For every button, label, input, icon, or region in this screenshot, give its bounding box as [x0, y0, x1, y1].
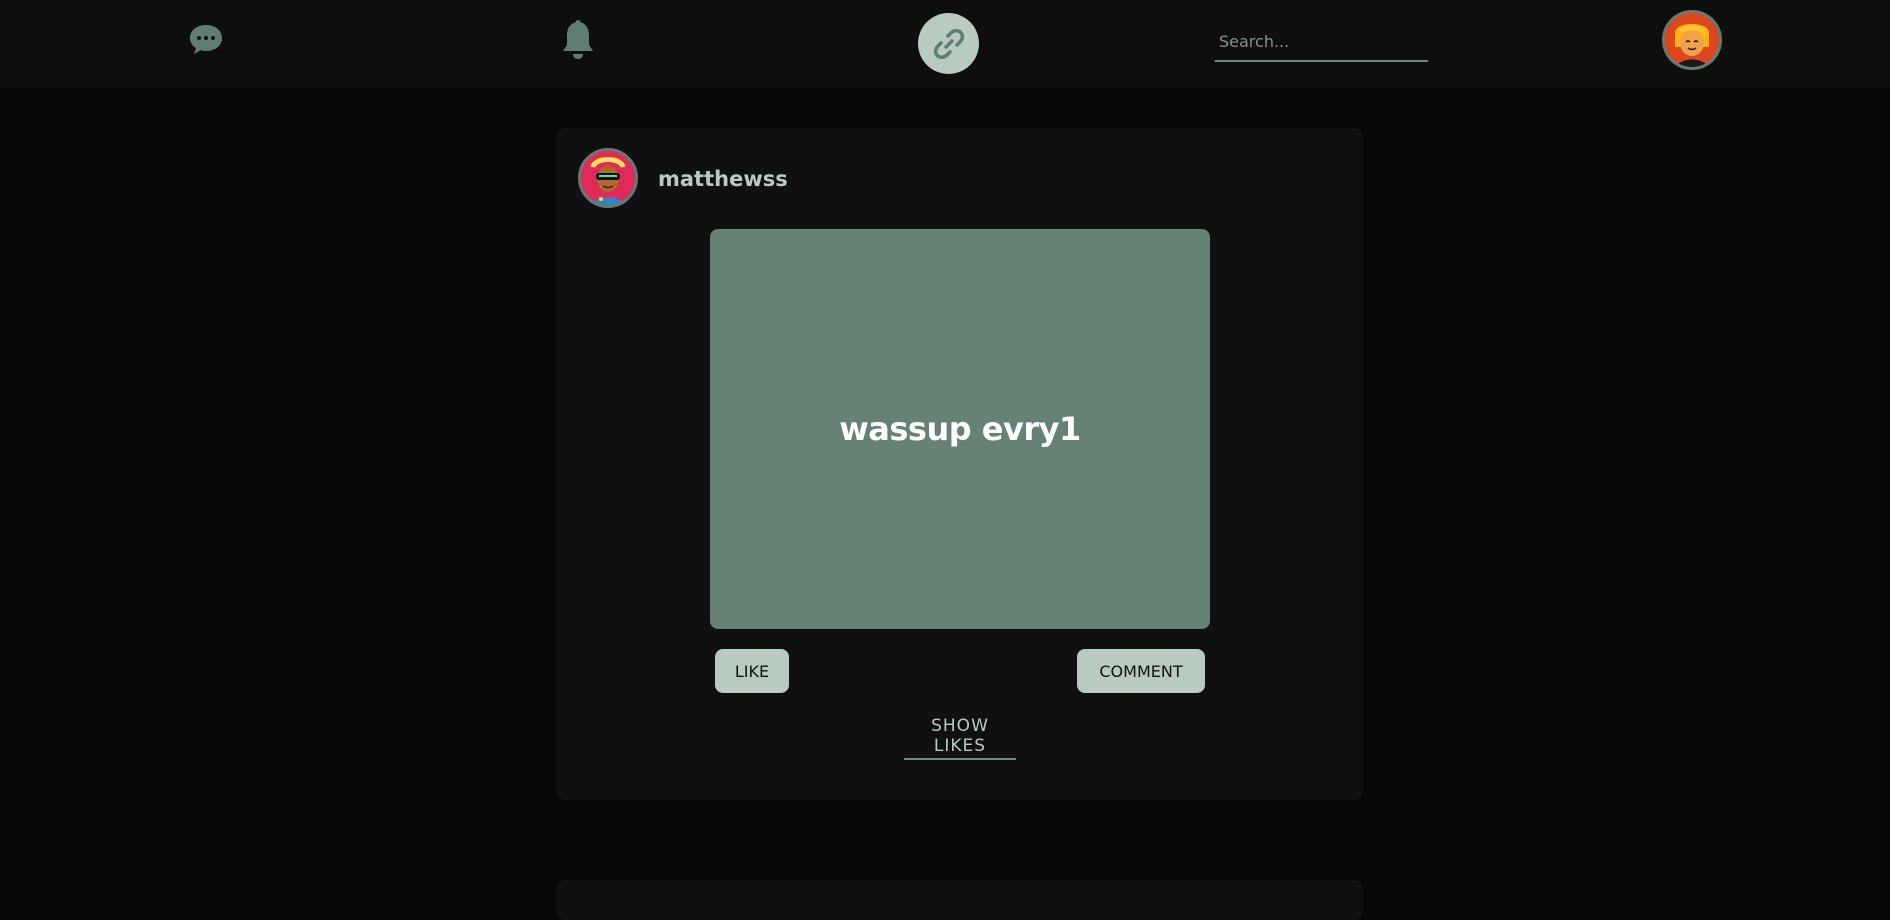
- comment-button[interactable]: COMMENT: [1077, 649, 1205, 693]
- home-link-button[interactable]: [918, 13, 979, 74]
- next-post-card: [556, 880, 1363, 920]
- like-button[interactable]: LIKE: [715, 649, 789, 693]
- post-author-name[interactable]: matthewss: [658, 167, 788, 191]
- user-avatar-illustration: [1665, 13, 1719, 67]
- show-likes-link[interactable]: SHOW LIKES: [904, 716, 1016, 760]
- bell-icon: [563, 20, 593, 59]
- messages-button[interactable]: [186, 20, 226, 60]
- top-navigation-bar: [0, 0, 1890, 88]
- author-avatar[interactable]: [578, 148, 638, 208]
- search-bar: [1215, 26, 1428, 62]
- author-avatar-illustration: [581, 151, 635, 205]
- chat-bubble-icon: [190, 25, 222, 54]
- notifications-button[interactable]: [558, 18, 598, 62]
- search-input[interactable]: [1215, 26, 1428, 56]
- profile-avatar[interactable]: [1662, 10, 1722, 70]
- post-card: matthewss wassup evry1 LIKE COMMENT SHOW…: [556, 128, 1363, 800]
- link-icon: [933, 28, 964, 59]
- post-content-text: wassup evry1: [839, 410, 1081, 448]
- post-content-box: wassup evry1: [710, 229, 1210, 629]
